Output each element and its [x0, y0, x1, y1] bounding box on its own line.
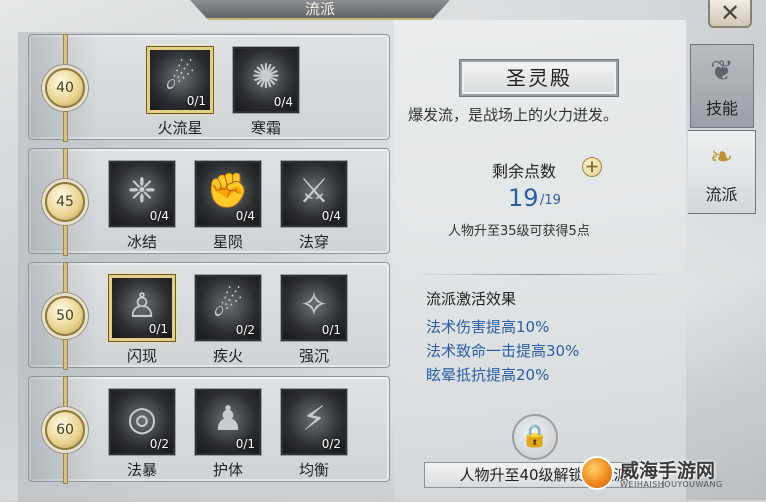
skill-slot-huoliuxing[interactable]: ☄ 0/1	[147, 47, 213, 113]
close-button[interactable]: ✕	[708, 0, 752, 28]
swift-fire-icon: ☄	[212, 285, 244, 325]
skill-slot-fabao[interactable]: ◎ 0/2	[109, 389, 175, 455]
skill-count: 0/4	[149, 209, 169, 223]
watermark: 威海手游网 WEIHAISHOUYOUWANG	[580, 454, 760, 494]
skill-slot-qiangchen[interactable]: ✧ 0/1	[281, 275, 347, 341]
skill-slot-hanshuang[interactable]: ✺ 0/4	[233, 47, 299, 113]
school-info-panel: 圣灵殿 爆发流，是战场上的火力迸发。 剩余点数 + 19 /19 人物升至35级…	[394, 20, 686, 500]
lock-icon: 🔒	[512, 414, 558, 460]
skill-name: 均衡	[298, 461, 329, 479]
level-badge: 50	[45, 296, 85, 336]
tab-label: 流派	[705, 185, 738, 204]
tab-school[interactable]: ❧ 流派	[688, 130, 756, 214]
skill-name: 冰结	[126, 233, 157, 251]
effects-title: 流派激活效果	[426, 290, 517, 308]
school-name: 圣灵殿	[460, 60, 618, 96]
effect-item: 法术伤害提高10%	[426, 318, 550, 336]
skill-slot-huti[interactable]: ♟ 0/1	[195, 389, 261, 455]
tier-connector	[64, 112, 67, 141]
divider	[414, 274, 668, 275]
skill-count: 0/4	[321, 209, 341, 223]
skill-count: 0/2	[321, 437, 341, 451]
tier-row-40: 40 ☄ 0/1 火流星 ✺ 0/4 寒霜	[28, 34, 390, 141]
skill-name: 火流星	[157, 119, 203, 137]
page-title: 流派	[190, 0, 450, 20]
skill-slot-xingyun[interactable]: ✊ 0/4	[195, 161, 261, 227]
spell-pierce-icon: ⚔	[298, 171, 330, 211]
school-scroll-icon: ❧	[709, 140, 734, 173]
skill-count: 0/1	[148, 322, 168, 336]
skill-name: 寒霜	[250, 119, 281, 137]
skill-slot-bingjie[interactable]: ❈ 0/4	[109, 161, 175, 227]
skill-count: 0/1	[186, 94, 206, 108]
skill-slot-shanxian[interactable]: ♙ 0/1	[109, 275, 175, 341]
tier-connector	[64, 454, 67, 483]
points-hint: 人物升至35级可获得5点	[448, 224, 590, 239]
skill-name: 法穿	[298, 233, 329, 251]
skill-count: 0/1	[235, 437, 255, 451]
tier-connector	[64, 340, 67, 369]
tab-label: 技能	[705, 99, 738, 118]
skill-name: 疾火	[212, 347, 243, 365]
tier-row-45: 45 ❈ 0/4 冰结 ✊ 0/4 星陨 ⚔ 0/4 法穿	[28, 148, 390, 255]
blink-icon: ♙	[126, 286, 158, 326]
school-description: 爆发流，是战场上的火力迸发。	[408, 106, 619, 124]
skill-tree: 40 ☄ 0/1 火流星 ✺ 0/4 寒霜 45 ❈ 0/4 冰结 ✊ 0/4 …	[18, 32, 390, 502]
skill-slot-fachuan[interactable]: ⚔ 0/4	[281, 161, 347, 227]
tier-connector	[64, 377, 67, 410]
skill-count: 0/2	[149, 437, 169, 451]
tier-connector	[64, 149, 67, 182]
level-badge: 40	[45, 68, 85, 108]
skill-slot-junheng[interactable]: ⚡ 0/2	[281, 389, 347, 455]
skill-name: 强沉	[298, 347, 329, 365]
points-max: /19	[540, 193, 561, 208]
tier-row-60: 60 ◎ 0/2 法暴 ♟ 0/1 护体 ⚡ 0/2 均衡	[28, 376, 390, 483]
watermark-sub: WEIHAISHOUYOUWANG	[620, 480, 723, 489]
close-icon: ✕	[719, 0, 741, 27]
tier-connector	[64, 263, 67, 296]
add-points-icon[interactable]: +	[582, 157, 602, 177]
level-badge: 45	[45, 182, 85, 222]
tier-connector	[64, 35, 67, 68]
level-badge: 60	[45, 410, 85, 450]
effect-item: 法术致命一击提高30%	[426, 342, 580, 360]
skill-count: 0/2	[235, 323, 255, 337]
skill-slot-jihuo[interactable]: ☄ 0/2	[195, 275, 261, 341]
skill-count: 0/4	[235, 209, 255, 223]
watermark-name: 威海手游网	[620, 460, 716, 482]
points-value: 19	[508, 184, 539, 212]
skill-name: 星陨	[212, 233, 243, 251]
body-guard-icon: ♟	[212, 399, 244, 439]
watermark-logo-icon	[580, 456, 614, 490]
skill-book-icon: ❦	[710, 54, 734, 87]
vortex-icon: ◎	[127, 399, 157, 439]
skill-name: 法暴	[126, 461, 157, 479]
balance-icon: ⚡	[302, 399, 326, 439]
points-label: 剩余点数	[492, 162, 557, 181]
ice-bird-icon: ❈	[127, 171, 157, 211]
sink-icon: ✧	[299, 285, 329, 325]
effect-item: 眩晕抵抗提高20%	[426, 366, 550, 384]
tier-connector	[64, 226, 67, 255]
tab-skills[interactable]: ❦ 技能	[690, 44, 754, 128]
skill-name: 护体	[212, 461, 243, 479]
meteor-icon: ☄	[164, 58, 196, 98]
star-fall-icon: ✊	[206, 171, 250, 211]
skill-name: 闪现	[126, 347, 157, 365]
skill-count: 0/1	[321, 323, 341, 337]
tier-row-50: 50 ♙ 0/1 闪现 ☄ 0/2 疾火 ✧ 0/1 强沉	[28, 262, 390, 369]
frost-icon: ✺	[251, 57, 281, 97]
skill-count: 0/4	[273, 95, 293, 109]
